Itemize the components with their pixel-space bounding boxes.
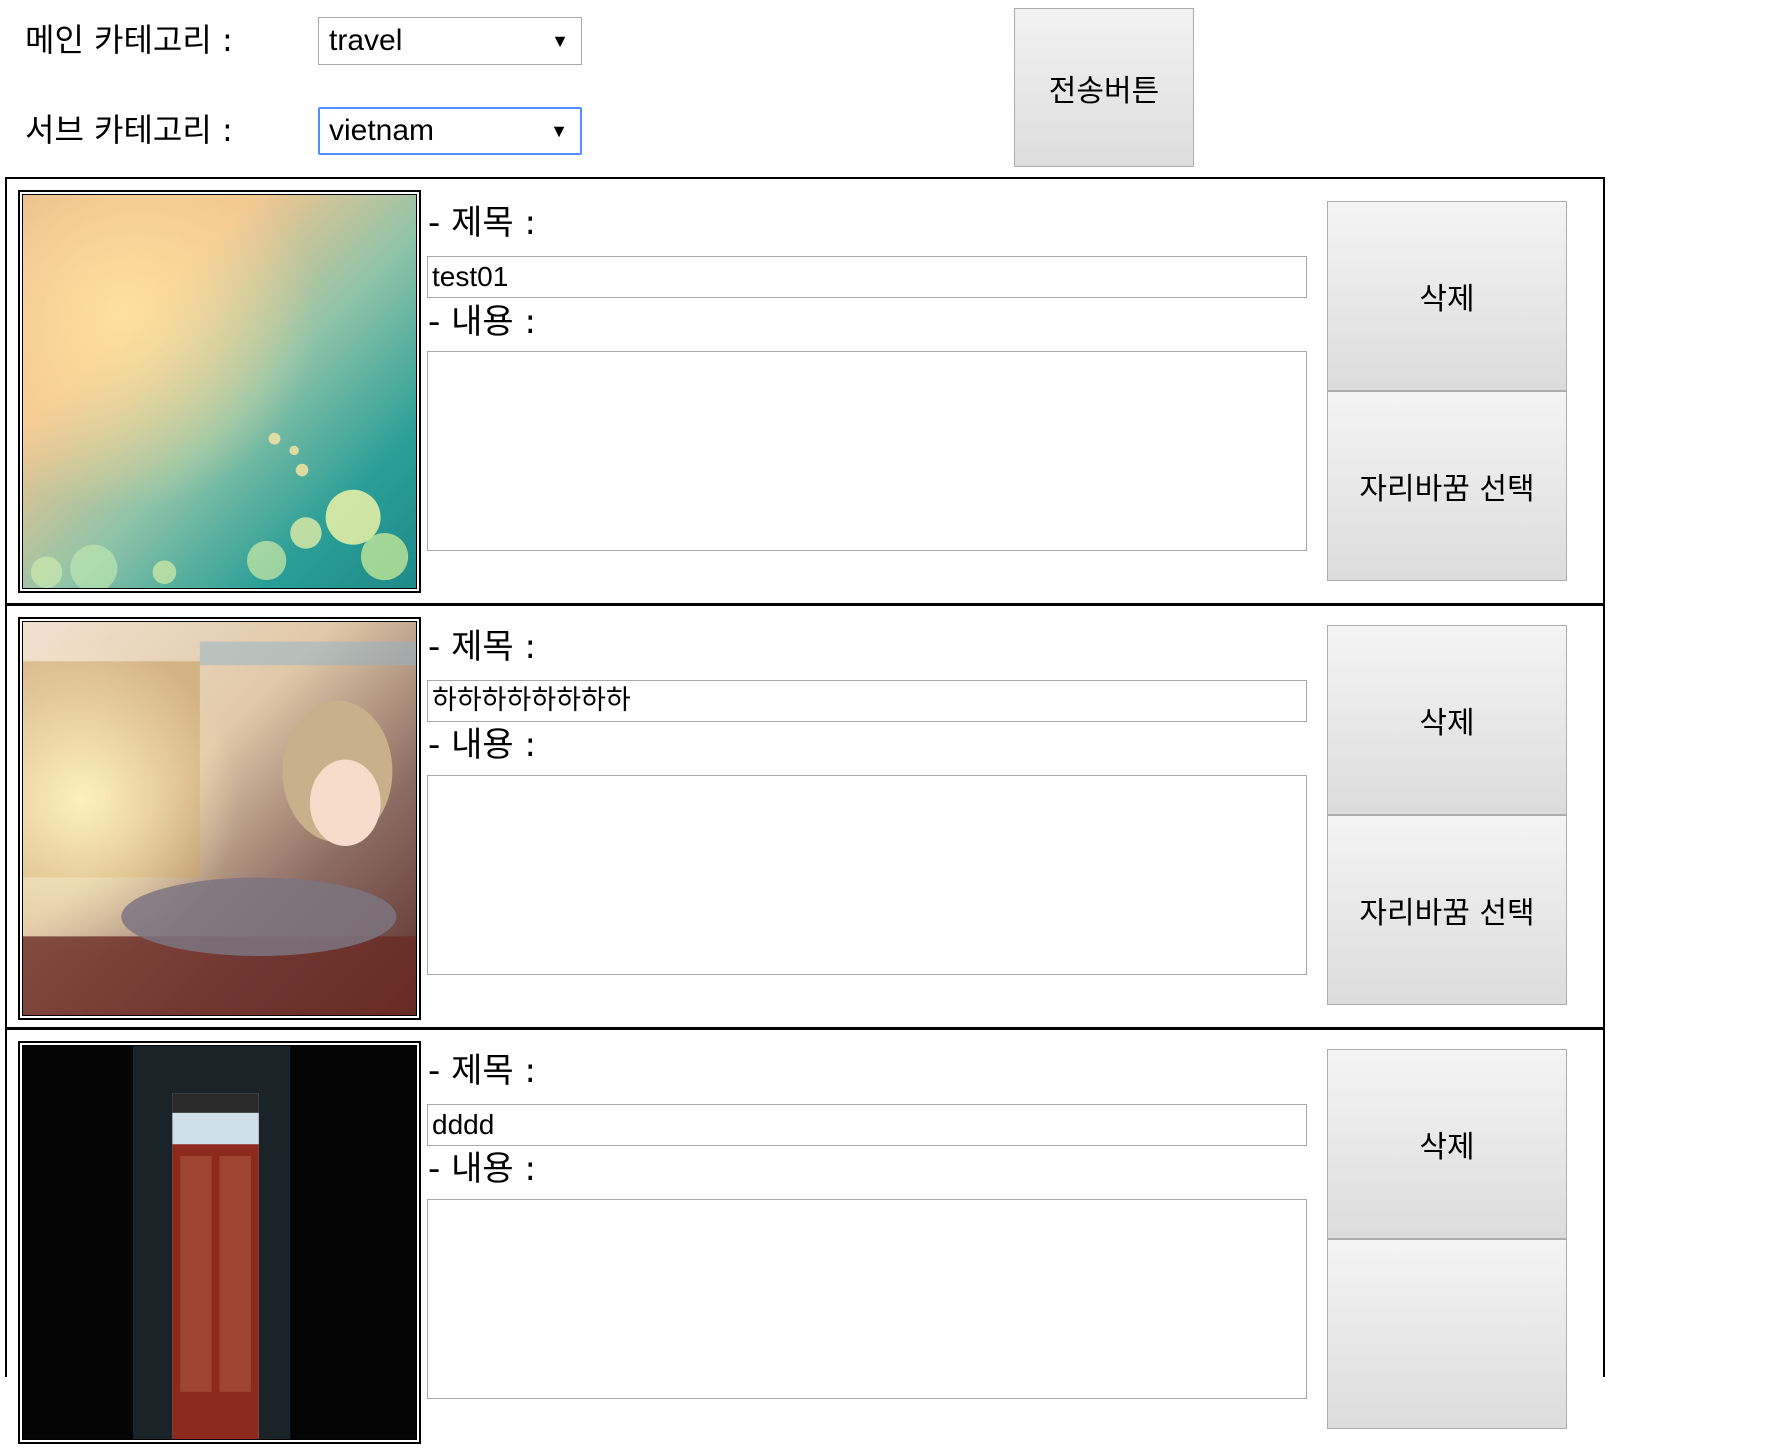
- thumbnail-image: [23, 1046, 416, 1439]
- swap-select-button[interactable]: 자리바꿈 선택: [1327, 815, 1567, 1005]
- category-form: 메인 카테고리 : travel ▼ 서브 카테고리 : vietnam ▼ 전…: [0, 0, 1773, 175]
- thumbnail-image: [23, 195, 416, 588]
- main-category-select[interactable]: travel ▼: [318, 17, 582, 65]
- sub-category-select[interactable]: vietnam ▼: [318, 107, 582, 155]
- chevron-down-icon: ▼: [550, 121, 568, 141]
- chevron-down-icon: ▼: [551, 31, 569, 51]
- content-textarea[interactable]: [427, 1199, 1307, 1399]
- content-label: - 내용 :: [428, 1149, 536, 1189]
- title-label: - 제목 :: [428, 627, 536, 667]
- main-category-value: travel: [329, 24, 403, 57]
- title-input[interactable]: test01: [427, 256, 1307, 298]
- title-input[interactable]: dddd: [427, 1104, 1307, 1146]
- swap-select-button[interactable]: 자리바꿈 선택: [1327, 391, 1567, 581]
- post-list: - 제목 : test01 - 내용 : 삭제 자리바꿈 선택 - 제목: 하…: [5, 177, 1605, 1444]
- title-label: - 제목 :: [428, 203, 536, 243]
- post-item: - 제목 : dddd - 내용 : 삭제: [7, 1027, 1603, 1451]
- delete-button[interactable]: 삭제: [1327, 625, 1567, 815]
- sub-category-label: 서브 카테고리 :: [25, 111, 233, 149]
- title-input[interactable]: 하하하하하하하하: [427, 680, 1307, 722]
- sub-category-value: vietnam: [329, 114, 435, 147]
- main-category-label: 메인 카테고리 :: [25, 21, 233, 59]
- post-item: - 제목 : test01 - 내용 : 삭제 자리바꿈 선택: [7, 179, 1603, 603]
- post-thumbnail[interactable]: [18, 617, 421, 1020]
- swap-select-button[interactable]: [1327, 1239, 1567, 1429]
- post-item: - 제목 : 하하하하하하하하 - 내용 : 삭제 자리바꿈 선택: [7, 603, 1603, 1027]
- content-textarea[interactable]: [427, 351, 1307, 551]
- content-label: - 내용 :: [428, 725, 536, 765]
- send-button[interactable]: 전송버튼: [1014, 8, 1194, 167]
- content-textarea[interactable]: [427, 775, 1307, 975]
- post-thumbnail[interactable]: [18, 1041, 421, 1444]
- title-label: - 제목 :: [428, 1051, 536, 1091]
- delete-button[interactable]: 삭제: [1327, 1049, 1567, 1239]
- post-thumbnail[interactable]: [18, 190, 421, 593]
- thumbnail-image: [23, 622, 416, 1015]
- delete-button[interactable]: 삭제: [1327, 201, 1567, 391]
- content-label: - 내용 :: [428, 302, 536, 342]
